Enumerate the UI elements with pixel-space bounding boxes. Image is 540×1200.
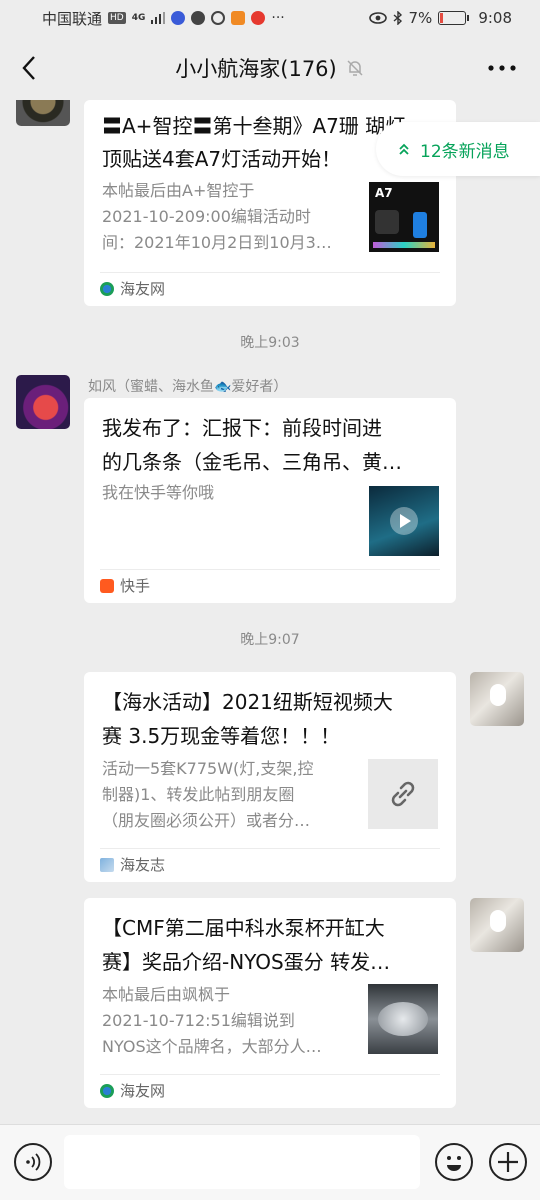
message-timestamp: 晚上9:07	[240, 632, 300, 648]
source-name: 快手	[120, 577, 151, 595]
my-avatar[interactable]	[470, 898, 524, 952]
card-title-line: 【CMF第二届中科水泵杯开缸大	[102, 916, 385, 940]
bluetooth-icon	[393, 11, 402, 25]
card-desc-line: 2021-10-209:00编辑活动时	[102, 207, 311, 226]
chat-header: 小小航海家(176)	[0, 36, 540, 100]
card-title-line: 赛】奖品介绍-NYOS蛋分 转发…	[102, 950, 391, 974]
signal-icon	[151, 12, 166, 24]
card-title-line: 的几条条（金毛吊、三角吊、黄…	[102, 450, 402, 474]
card-desc-line: 间：2021年10月2日到10月3…	[102, 233, 332, 252]
card-desc-line: （朋友圈必须公开）或者分…	[102, 811, 311, 830]
smiley-icon	[447, 1156, 461, 1171]
card-desc-line: 我在快手等你哦	[102, 483, 215, 502]
thumbnail-label: A7	[375, 186, 393, 200]
card-thumbnail	[368, 759, 438, 829]
sync-icon	[211, 11, 226, 25]
input-bar	[0, 1124, 540, 1200]
more-notifications-icon: ···	[271, 10, 285, 26]
card-title-line: 【海水活动】2021纽斯短视频大	[102, 690, 393, 714]
message-list[interactable]: 〓A+智控〓第十叁期》A7珊 瑚灯 顶贴送4套A7灯活动开始！ 本帖最后由A+智…	[0, 100, 540, 1124]
card-desc-line: NYOS这个品牌名，大部分人…	[102, 1037, 322, 1056]
sender-avatar[interactable]	[16, 100, 70, 126]
battery-percent: 7%	[408, 9, 433, 27]
sender-avatar[interactable]	[16, 375, 70, 429]
back-arrow-icon	[22, 56, 35, 80]
card-title-line: 我发布了：汇报下：前段时间进	[102, 416, 382, 440]
more-actions-button[interactable]	[489, 1143, 527, 1181]
card-thumbnail	[368, 984, 438, 1054]
card-desc-line: 2021-10-712:51编辑说到	[102, 1011, 295, 1030]
message-timestamp: 晚上9:03	[240, 335, 300, 351]
eye-icon	[368, 12, 387, 24]
app-notification-icon	[191, 11, 206, 25]
card-source: 快手	[100, 569, 440, 601]
card-source: 海友网	[100, 272, 440, 304]
link-icon	[391, 781, 415, 807]
battery-icon	[438, 11, 470, 25]
clock: 9:08	[478, 9, 512, 27]
card-desc-line: 本帖最后由飒枫于	[102, 985, 231, 1004]
message-input[interactable]	[64, 1135, 420, 1189]
new-messages-button[interactable]: 12条新消息	[376, 122, 540, 176]
card-thumbnail	[369, 486, 439, 556]
hd-badge: HD	[108, 12, 126, 24]
mute-bell-icon	[347, 60, 363, 76]
card-desc-line: 制器)1、转发此帖到朋友圈	[102, 785, 295, 804]
more-dots-icon	[488, 65, 516, 71]
back-button[interactable]	[14, 52, 44, 84]
card-title-line: 赛 3.5万现金等着您！！！	[102, 724, 341, 748]
emoji-button[interactable]	[435, 1143, 473, 1181]
my-avatar[interactable]	[470, 672, 524, 726]
card-source: 海友网	[100, 1074, 440, 1106]
new-messages-label: 12条新消息	[420, 141, 510, 162]
network-type: 4G	[131, 13, 146, 23]
double-chevron-up-icon	[399, 143, 409, 155]
voice-input-button[interactable]	[14, 1143, 52, 1181]
video-app-icon	[231, 11, 246, 25]
source-name: 海友网	[120, 1082, 166, 1100]
voice-wave-icon	[26, 1153, 41, 1171]
more-options-button[interactable]	[486, 54, 518, 82]
card-desc-line: 活动一5套K775W(灯,支架,控	[102, 759, 314, 778]
card-source: 海友志	[100, 848, 440, 880]
source-logo-icon	[100, 857, 114, 872]
link-card[interactable]: 【CMF第二届中科水泵杯开缸大 赛】奖品介绍-NYOS蛋分 转发… 本帖最后由飒…	[84, 898, 456, 1108]
chat-title: 小小航海家(176)	[175, 57, 337, 81]
status-bar: 中国联通 HD 4G ··· 7% 9:08	[0, 0, 540, 36]
link-card[interactable]: 【海水活动】2021纽斯短视频大 赛 3.5万现金等着您！！！ 活动一5套K77…	[84, 672, 456, 882]
plus-icon	[498, 1152, 518, 1172]
sender-name: 如风（蜜蜡、海水鱼🐟爱好者）	[88, 379, 288, 395]
kuaishou-logo-icon	[100, 578, 114, 593]
card-thumbnail: A7	[369, 182, 439, 252]
card-desc-line: 本帖最后由A+智控于	[102, 181, 255, 200]
music-app-icon	[171, 11, 186, 25]
source-name: 海友网	[120, 280, 166, 298]
weibo-icon	[251, 11, 266, 25]
carrier-label: 中国联通	[42, 9, 103, 28]
chat-title-wrap: 小小航海家(176)	[0, 36, 540, 100]
link-card[interactable]: 我发布了：汇报下：前段时间进 的几条条（金毛吊、三角吊、黄… 我在快手等你哦 快…	[84, 398, 456, 603]
source-name: 海友志	[120, 856, 166, 874]
play-icon	[390, 507, 418, 535]
source-logo-icon	[100, 1083, 114, 1098]
source-logo-icon	[100, 281, 114, 296]
